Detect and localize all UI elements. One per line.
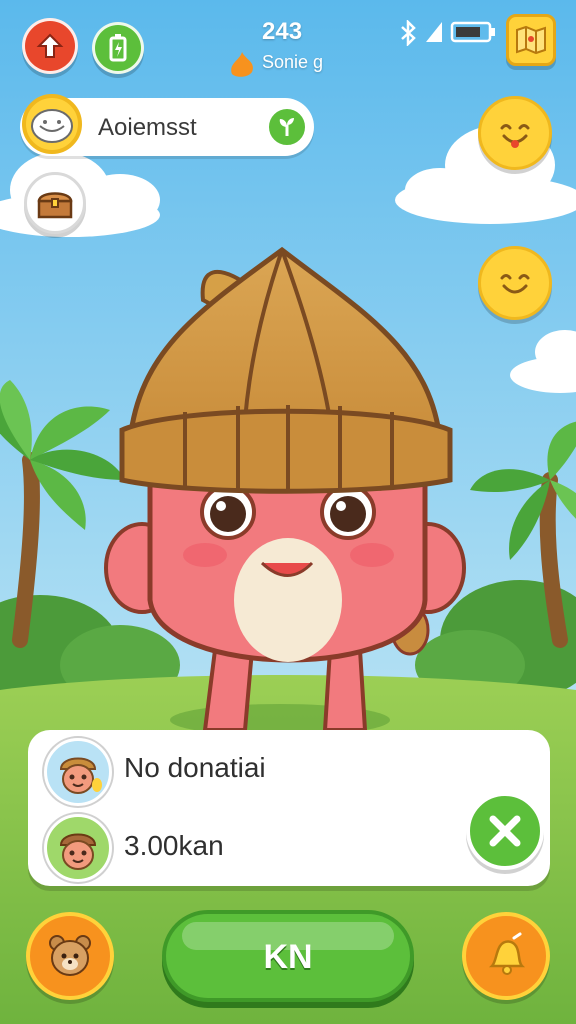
bell-icon — [488, 932, 526, 975]
bear-button[interactable] — [26, 912, 114, 1000]
bell-button[interactable] — [462, 912, 550, 1000]
battery-button[interactable] — [92, 22, 144, 74]
profile-name: No donatiai — [124, 752, 266, 783]
search-input[interactable]: Aoiemsst — [98, 114, 197, 142]
main-action-label: KN — [263, 938, 313, 976]
character-avatar-icon — [59, 757, 102, 794]
up-arrow-icon — [36, 33, 64, 58]
face-icon — [31, 109, 73, 143]
profile-amount: 3.00kan — [124, 830, 224, 861]
smile-button[interactable] — [478, 246, 552, 320]
close-icon — [489, 815, 521, 847]
smiley-icon — [500, 124, 530, 148]
level-counter: 243 — [262, 18, 303, 45]
profile-card: No donatiai 3.00kan — [28, 730, 550, 886]
fire-icon — [231, 52, 253, 77]
map-button[interactable] — [506, 14, 556, 66]
score-label: Sonie g — [262, 52, 324, 72]
battery-icon — [109, 34, 127, 62]
search-bar[interactable]: Aoiemsst — [20, 94, 314, 156]
battery-status-icon — [450, 21, 495, 43]
treasure-chest-icon — [37, 192, 73, 219]
map-icon — [516, 25, 546, 55]
back-button[interactable] — [22, 18, 78, 74]
signal-icon — [426, 22, 442, 42]
character-avatar-icon — [59, 833, 97, 870]
emote-button[interactable] — [478, 96, 552, 170]
close-button[interactable] — [466, 792, 544, 870]
search-go-button[interactable] — [266, 106, 308, 148]
avatar — [44, 738, 112, 806]
game-scene: 243 Sonie g Aoiemsst No donatiai 3.00kan… — [0, 0, 576, 1024]
main-action-button[interactable]: KN — [162, 910, 414, 1002]
chest-button[interactable] — [24, 172, 86, 234]
face-avatar — [22, 94, 82, 154]
sprout-icon — [279, 118, 294, 136]
smiley-icon — [500, 274, 530, 294]
bear-icon — [49, 935, 91, 976]
avatar — [44, 814, 112, 882]
bluetooth-icon — [401, 20, 416, 46]
